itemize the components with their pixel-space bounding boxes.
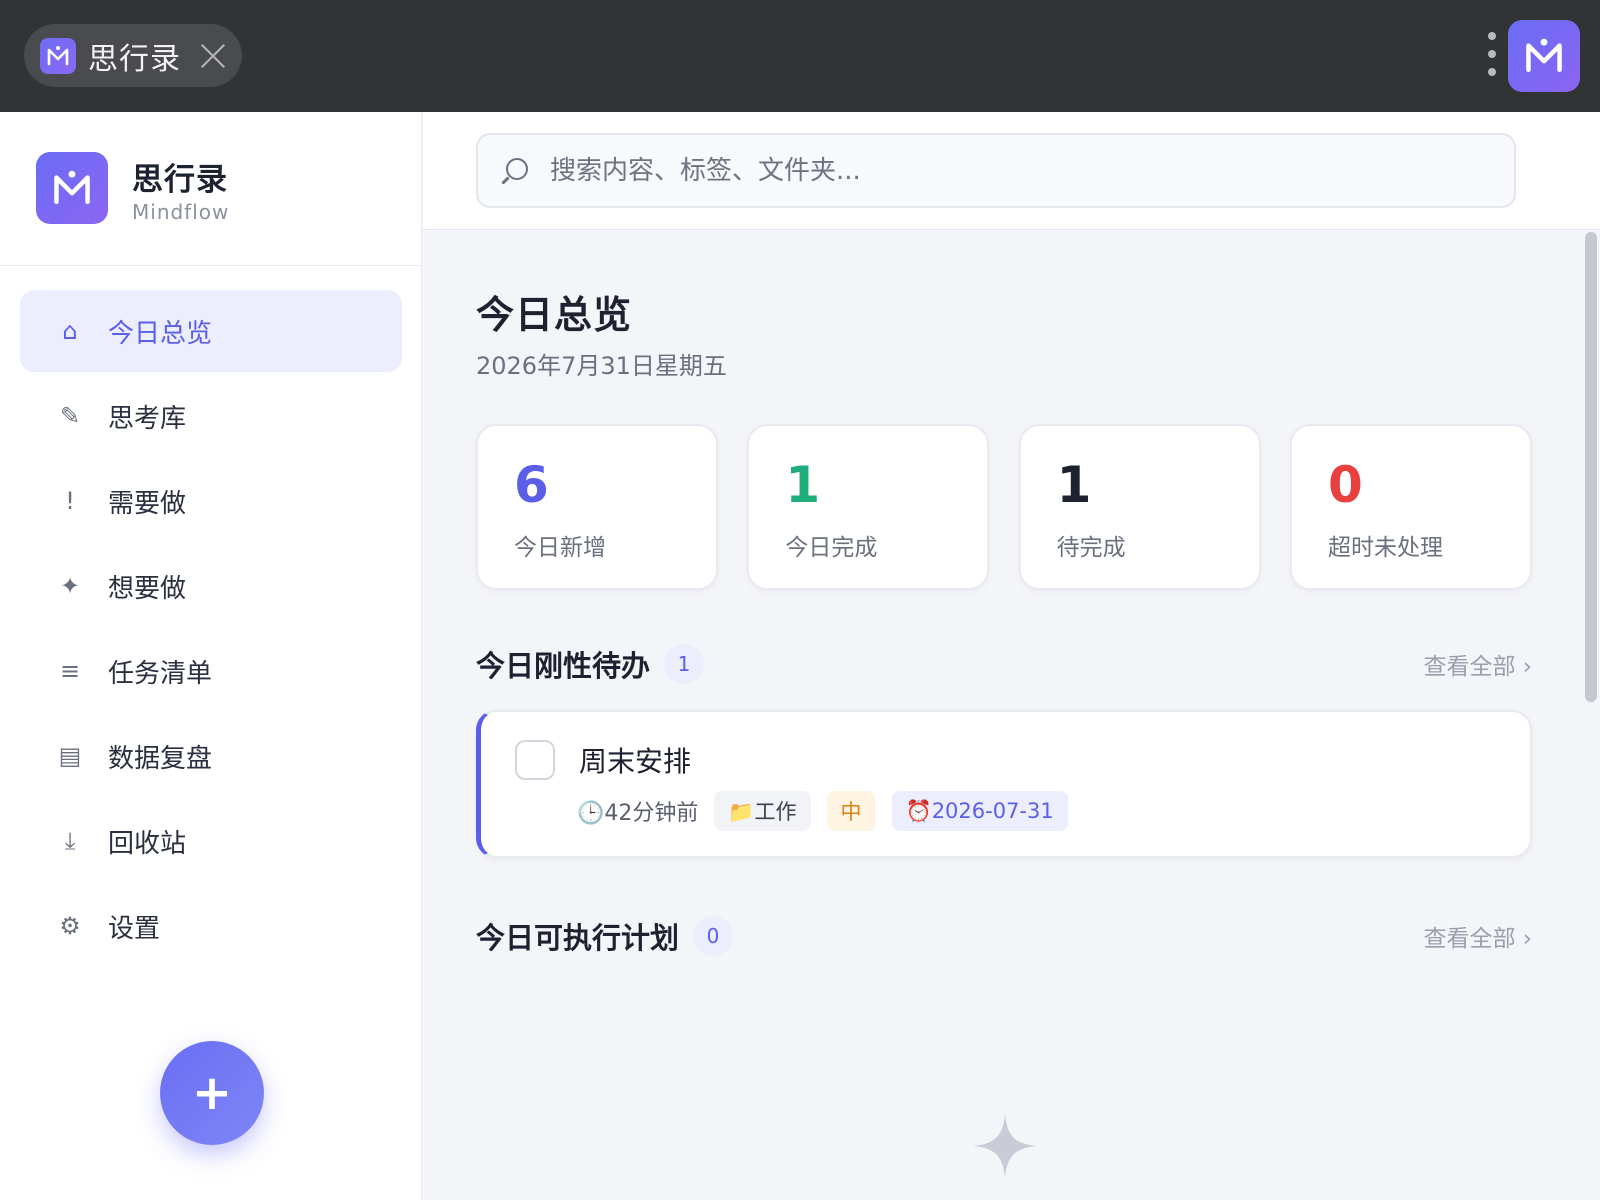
brand-subtitle: Mindflow	[132, 200, 230, 224]
sidebar-item-want-to-do[interactable]: ✦ 想要做	[20, 545, 402, 627]
priority-tag[interactable]: 中	[826, 791, 876, 831]
count-badge: 1	[664, 644, 705, 684]
stat-card-new-today[interactable]: 6 今日新增	[476, 424, 718, 590]
section-header-plans: 今日可执行计划 0 查看全部 ›	[476, 914, 1532, 958]
due-date-tag[interactable]: ⏰2026-07-31	[891, 791, 1068, 831]
empty-state-sparkle-icon	[973, 1114, 1037, 1178]
task-card[interactable]: 周末安排 🕒42分钟前 📁工作 中 ⏰2026-07-31	[476, 710, 1532, 858]
app-window: 思行录 Mindflow ⌂ 今日总览 ✎ 思考库 ! 需要做 ✦ 想要做 ≡	[0, 112, 1600, 1200]
brand-logo-icon	[36, 152, 108, 224]
gear-icon: ⚙	[59, 912, 81, 940]
stats-row: 6 今日新增 1 今日完成 1 待完成 0 超时未处理	[476, 424, 1532, 590]
sidebar-item-label: 今日总览	[108, 318, 213, 349]
tab-title: 思行录	[88, 41, 181, 77]
sidebar-item-label: 回收站	[108, 828, 187, 859]
search-icon	[500, 156, 530, 186]
sidebar-item-must-do[interactable]: ! 需要做	[20, 460, 402, 542]
sidebar-item-label: 需要做	[108, 488, 187, 519]
view-all-link[interactable]: 查看全部 ›	[1423, 919, 1532, 953]
sidebar-item-label: 想要做	[108, 573, 187, 604]
stat-label: 今日完成	[785, 535, 878, 561]
brand-name: 思行录	[132, 162, 228, 198]
sidebar-item-settings[interactable]: ⚙ 设置	[20, 885, 402, 967]
stat-label: 待完成	[1056, 535, 1126, 561]
pencil-icon: ✎	[59, 402, 81, 430]
page-title: 今日总览	[476, 293, 633, 337]
sidebar-item-label: 设置	[108, 913, 161, 944]
count-badge: 0	[693, 916, 734, 956]
list-icon: ≡	[59, 657, 81, 685]
task-title: 周末安排	[579, 745, 692, 778]
page-date: 2026年7月31日星期五	[476, 352, 727, 380]
sidebar-item-thinking[interactable]: ✎ 思考库	[20, 375, 402, 457]
sidebar: 思行录 Mindflow ⌂ 今日总览 ✎ 思考库 ! 需要做 ✦ 想要做 ≡	[0, 112, 422, 1200]
sidebar-item-task-list[interactable]: ≡ 任务清单	[20, 630, 402, 712]
home-icon: ⌂	[62, 317, 78, 345]
stat-label: 超时未处理	[1327, 535, 1443, 561]
stat-value: 0	[1327, 456, 1363, 514]
section-title: 今日可执行计划	[476, 921, 680, 955]
main-content: 今日总览 2026年7月31日星期五 6 今日新增 1 今日完成 1 待完成 0…	[423, 112, 1600, 1200]
task-time: 🕒42分钟前	[577, 801, 699, 826]
data-icon: ▤	[58, 742, 82, 770]
stat-card-done-today[interactable]: 1 今日完成	[747, 424, 990, 590]
stat-value: 6	[514, 456, 549, 514]
stat-value: 1	[1056, 456, 1092, 514]
search-input[interactable]	[550, 155, 1450, 186]
stat-label: 今日新增	[514, 535, 606, 561]
add-button[interactable]: +	[160, 1041, 264, 1145]
stat-card-pending[interactable]: 1 待完成	[1018, 424, 1261, 590]
stat-value: 1	[785, 456, 821, 514]
app-logo-icon[interactable]	[1508, 20, 1580, 92]
stat-card-overdue[interactable]: 0 超时未处理	[1289, 424, 1532, 590]
more-menu-icon[interactable]	[1486, 32, 1498, 76]
folder-tag[interactable]: 📁工作	[714, 791, 811, 831]
sparkle-icon: ✦	[59, 572, 81, 600]
app-tab[interactable]: 思行录	[24, 24, 242, 87]
window-titlebar: 思行录	[0, 0, 1600, 112]
search-box[interactable]	[476, 133, 1516, 208]
sidebar-nav: ⌂ 今日总览 ✎ 思考库 ! 需要做 ✦ 想要做 ≡ 任务清单 ▤ 数据复盘 ⤓…	[20, 290, 402, 970]
sidebar-item-overview[interactable]: ⌂ 今日总览	[20, 290, 402, 372]
sidebar-item-label: 任务清单	[108, 658, 213, 689]
close-icon[interactable]	[199, 42, 227, 70]
brand-header: 思行录 Mindflow	[0, 112, 421, 266]
tab-logo-icon	[40, 37, 76, 74]
sidebar-item-label: 数据复盘	[108, 743, 213, 774]
scrollbar[interactable]	[1585, 232, 1597, 702]
exclamation-icon: !	[65, 487, 75, 515]
view-all-link[interactable]: 查看全部 ›	[1423, 647, 1532, 681]
task-meta: 🕒42分钟前 📁工作 中 ⏰2026-07-31	[577, 790, 1084, 832]
sidebar-item-data-review[interactable]: ▤ 数据复盘	[20, 715, 402, 797]
section-header-must-do: 今日刚性待办 1 查看全部 ›	[476, 642, 1532, 686]
sidebar-item-label: 思考库	[108, 403, 187, 434]
sidebar-item-recycle-bin[interactable]: ⤓ 回收站	[20, 800, 402, 882]
recycle-icon: ⤓	[64, 827, 76, 855]
task-checkbox[interactable]	[515, 740, 555, 780]
search-bar	[423, 112, 1600, 230]
section-title: 今日刚性待办	[476, 649, 651, 683]
